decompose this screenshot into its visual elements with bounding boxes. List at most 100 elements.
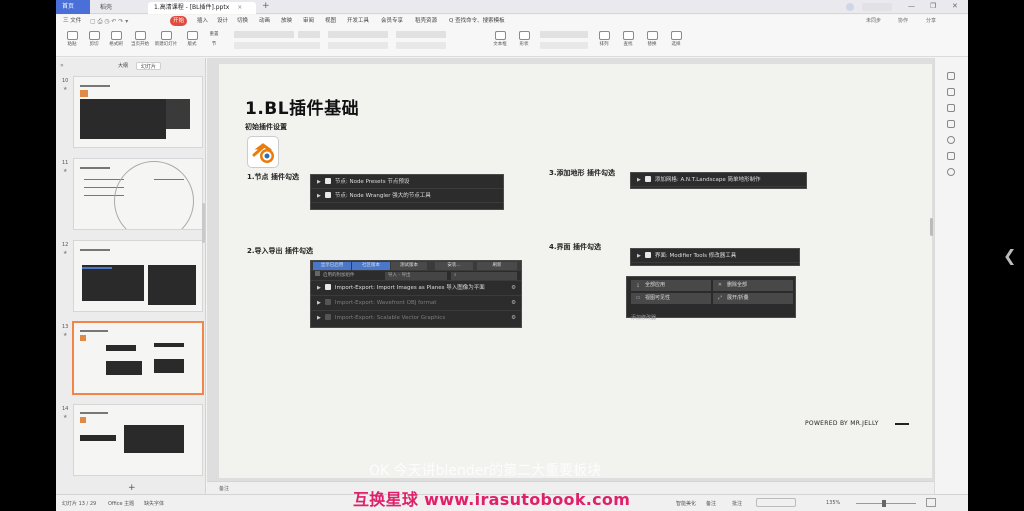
expand-triangle-icon[interactable]: ▶ [317,315,321,321]
menu-review[interactable]: 审阅 [300,16,317,26]
slide-13[interactable]: 1.BL插件基础 初始插件设置 1.节点 插件勾选 2.导入导出 插件勾选 3.… [219,64,932,478]
convert-smartart-buttons[interactable] [396,42,446,49]
view-mode-buttons[interactable] [756,498,796,507]
select-button[interactable]: 选择 [664,29,688,55]
smart-beautify-button[interactable]: 智能美化 [676,500,696,507]
menu-slideshow[interactable]: 放映 [278,16,295,26]
menu-file[interactable]: 三 文件 [60,16,84,26]
menu-insert[interactable]: 插入 [194,16,211,26]
checkbox[interactable] [644,176,651,182]
checkbox[interactable] [324,299,331,305]
font-style-buttons[interactable] [234,42,320,49]
new-slide-button[interactable]: 新建幻灯片 [154,29,178,55]
maximize-button[interactable]: ❐ [930,2,936,10]
share-button[interactable]: 分享 [926,17,936,24]
command-search[interactable]: Q 查找命令、搜索模板 [446,16,508,26]
shape-button[interactable]: 形状 [512,29,536,55]
zoom-slider[interactable] [856,503,916,504]
new-tab-button[interactable]: + [262,1,270,11]
tab-docer[interactable]: 稻壳 [94,2,144,14]
slide-thumbnail-12[interactable] [73,240,203,312]
thumbnail-scrollbar[interactable] [202,203,205,243]
format-painter-button[interactable]: 格式刷 [104,29,128,55]
collaborate-button[interactable]: 协作 [898,17,908,24]
layout-button[interactable]: 版式 [180,29,204,55]
expand-triangle-icon[interactable]: ▶ [317,285,321,291]
picture-fill-buttons[interactable] [540,31,588,38]
tab-community[interactable]: 社区版本 [352,262,390,270]
close-tab-icon[interactable]: × [237,4,242,11]
settings-icon[interactable]: ⚙ [511,296,516,310]
location-icon[interactable] [947,168,955,176]
menu-animation[interactable]: 动画 [256,16,273,26]
chevron-left-icon[interactable]: ❮ [1003,246,1016,265]
expand-triangle-icon[interactable]: ▶ [317,300,321,306]
outline-buttons[interactable] [540,42,588,49]
replace-button[interactable]: 替换 [640,29,664,55]
start-slideshow-button[interactable]: 当页开始 [128,29,152,55]
expand-triangle-icon[interactable]: ▶ [637,177,641,183]
tab-slides[interactable]: 幻灯片 [136,62,162,70]
addon-row-node-wrangler[interactable]: ▶ 节点: Node Wrangler 强大的节点工具 [311,189,503,203]
minimize-button[interactable]: — [908,2,915,10]
tab-document[interactable]: 1.高清课程 - [BL插件].pptx × [148,2,256,14]
checkbox[interactable] [324,314,331,320]
search-input[interactable]: ⌕ [451,272,517,280]
tab-outline[interactable]: 大纲 [114,62,132,70]
comment-toggle[interactable]: 批注 [732,500,742,507]
expand-triangle-icon[interactable]: ▶ [637,253,641,259]
paragraph-buttons[interactable] [328,31,388,38]
notes-toggle[interactable]: 备注 [706,500,716,507]
tab-testing[interactable]: 测试版本 [391,262,427,270]
close-window-button[interactable]: ✕ [952,2,958,10]
find-button[interactable]: 查找 [616,29,640,55]
addon-row-ant-landscape[interactable]: ▶ 添加网格: A.N.T.Landscape 简单地形制作 [631,173,806,187]
install-button[interactable]: 安装... [435,262,473,270]
menu-docer[interactable]: 稻壳资源 [412,16,440,26]
textbox-button[interactable]: 文本框 [488,29,512,55]
theme-name[interactable]: Office 主题 [108,500,134,507]
refresh-button[interactable]: 刷新 [477,262,517,270]
addon-row-node-presets[interactable]: ▶ 节点: Node Presets 节点预设 [311,175,503,189]
reset-button[interactable]: 重置节 [202,31,226,53]
expand-triangle-icon[interactable]: ▶ [317,179,321,185]
addon-row-modifier-tools[interactable]: ▶ 界面: Modifier Tools 修改器工具 [631,249,799,263]
object-icon[interactable] [947,104,955,112]
menu-design[interactable]: 设计 [214,16,231,26]
tab-enabled-only[interactable]: 显示已启用 [313,262,351,270]
share-icon[interactable] [947,152,955,160]
sync-status[interactable]: 未同步 [866,17,881,24]
expand-collapse-button[interactable]: ⤢ 展开/折叠 [713,293,793,304]
missing-font-button[interactable]: 缺失字体 [144,500,164,507]
animation-icon[interactable] [947,88,955,96]
quick-access-icons[interactable]: ▢ ⎙ ◷ ↶ ↷ ▾ [90,18,128,26]
account-badge[interactable] [862,3,892,11]
menu-developer[interactable]: 开发工具 [344,16,372,26]
apply-all-button[interactable]: ⤓ 全部应用 [631,280,711,291]
category-select[interactable]: 导入 - 导出 [385,272,447,280]
settings-icon[interactable]: ⚙ [511,281,516,295]
addon-row-obj[interactable]: ▶ Import-Export: Wavefront OBJ format ⚙ [311,296,521,311]
checkbox[interactable] [324,192,331,198]
checkbox[interactable] [324,178,331,184]
slide-thumbnail-13[interactable] [72,321,204,395]
fit-window-icon[interactable] [926,498,936,507]
text-direction-buttons[interactable] [396,31,446,38]
checkbox[interactable] [315,271,320,276]
slide-thumbnail-10[interactable] [73,76,203,148]
zoom-level[interactable]: 135% [826,500,840,506]
design-icon[interactable] [947,72,955,80]
add-slide-button[interactable]: + [128,483,136,493]
cut-button[interactable]: 剪切 [82,29,106,55]
slide-thumbnail-11[interactable] [73,158,203,230]
font-size-select[interactable] [298,31,320,38]
clock-icon[interactable] [947,136,955,144]
avatar[interactable] [846,3,854,11]
menu-view[interactable]: 视图 [322,16,339,26]
addon-row-svg[interactable]: ▶ Import-Export: Scalable Vector Graphics… [311,311,521,325]
alignment-buttons[interactable] [328,42,388,49]
panel-menu-icon[interactable]: « [60,62,64,69]
menu-member[interactable]: 会员专享 [378,16,406,26]
canvas-scrollbar[interactable] [930,218,933,236]
slide-thumbnail-14[interactable] [73,404,203,476]
